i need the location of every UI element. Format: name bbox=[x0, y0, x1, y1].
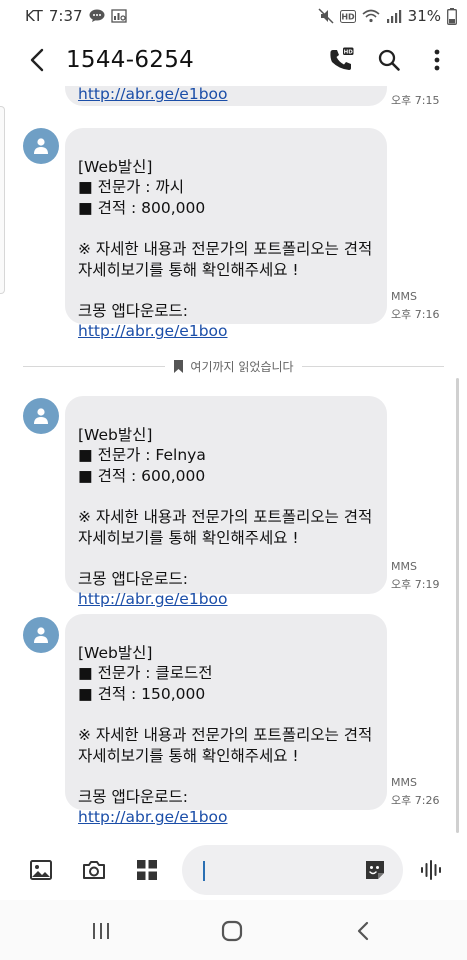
more-vertical-icon bbox=[434, 49, 440, 71]
chart-notification-icon bbox=[110, 9, 127, 23]
message-type: MMS bbox=[391, 290, 417, 303]
message-link[interactable]: http://abr.ge/e1boo bbox=[78, 589, 375, 610]
person-icon bbox=[34, 138, 48, 154]
call-button[interactable]: HD bbox=[327, 46, 355, 74]
arrow-left-icon bbox=[30, 48, 44, 72]
camera-icon bbox=[83, 861, 105, 879]
search-button[interactable] bbox=[375, 46, 403, 74]
divider-line bbox=[23, 365, 166, 367]
back-button[interactable] bbox=[22, 45, 52, 75]
clock: 7:37 bbox=[48, 7, 83, 25]
voice-wave-icon bbox=[421, 860, 441, 880]
avatar[interactable] bbox=[23, 398, 59, 434]
message-input[interactable] bbox=[202, 845, 352, 895]
divider-label: 여기까지 읽었습니다 bbox=[165, 358, 301, 375]
grid-icon bbox=[137, 860, 157, 880]
sticker-icon bbox=[366, 861, 384, 879]
message-text: [Web발신] ■ 전문가 : 클로드전 ■ 견적 : 150,000 ※ 자세… bbox=[78, 643, 373, 806]
message-text: [Web발신] ■ 전문가 : 까시 ■ 견적 : 800,000 ※ 자세한 … bbox=[78, 157, 373, 320]
status-bar: KT 7:37 HD 31% bbox=[0, 0, 467, 32]
gallery-button[interactable] bbox=[28, 857, 54, 883]
message-type: MMS bbox=[391, 560, 417, 573]
svg-text:HD: HD bbox=[344, 50, 354, 56]
camera-button[interactable] bbox=[81, 857, 107, 883]
message-time: 오후 7:26 bbox=[391, 794, 440, 807]
divider-line bbox=[301, 365, 444, 367]
header-actions: HD bbox=[307, 46, 451, 74]
mute-icon bbox=[318, 8, 334, 24]
message-time: 오후 7:19 bbox=[391, 578, 440, 591]
message-link[interactable]: http://abr.ge/e1boo bbox=[78, 321, 375, 342]
chat-notification-icon bbox=[89, 9, 105, 23]
bookmark-icon bbox=[174, 359, 184, 373]
phone-hd-icon: HD bbox=[330, 47, 354, 70]
message-bubble[interactable]: [Web발신] ■ 전문가 : 클로드전 ■ 견적 : 150,000 ※ 자세… bbox=[65, 614, 387, 826]
messages-screen: KT 7:37 HD 31% 1544-6254 HD http://abr.g… bbox=[0, 0, 467, 960]
chevron-left-icon bbox=[357, 921, 369, 941]
search-icon bbox=[378, 49, 400, 71]
message-time: 오후 7:15 bbox=[391, 94, 440, 107]
image-icon bbox=[30, 860, 52, 880]
text-cursor bbox=[203, 861, 205, 881]
message-time: 오후 7:16 bbox=[391, 308, 440, 321]
signal-icon bbox=[386, 9, 402, 23]
battery-icon bbox=[447, 7, 457, 25]
person-icon bbox=[34, 408, 48, 424]
sticker-button[interactable] bbox=[362, 857, 388, 883]
hd-voice-icon: HD bbox=[339, 9, 356, 23]
message-text: [Web발신] ■ 전문가 : Felnya ■ 견적 : 600,000 ※ … bbox=[78, 425, 373, 588]
back-nav-button[interactable] bbox=[350, 918, 376, 944]
recent-apps-icon bbox=[93, 923, 109, 939]
status-left: KT 7:37 bbox=[0, 7, 127, 25]
carrier-label: KT bbox=[25, 7, 43, 25]
voice-input-button[interactable] bbox=[419, 857, 445, 883]
wifi-icon bbox=[362, 9, 380, 23]
more-options-button[interactable] bbox=[423, 46, 451, 74]
scrollbar[interactable] bbox=[456, 378, 459, 833]
message-bubble[interactable]: [Web발신] ■ 전문가 : 까시 ■ 견적 : 800,000 ※ 자세한 … bbox=[65, 128, 387, 340]
home-icon bbox=[221, 920, 243, 942]
message-composer[interactable] bbox=[182, 845, 403, 895]
composer-bar bbox=[0, 842, 467, 898]
apps-button[interactable] bbox=[134, 857, 160, 883]
home-button[interactable] bbox=[219, 918, 245, 944]
avatar[interactable] bbox=[23, 128, 59, 164]
message-link[interactable]: http://abr.ge/e1boo bbox=[78, 807, 375, 828]
conversation-title: 1544-6254 bbox=[66, 47, 195, 73]
read-marker-divider: 여기까지 읽었습니다 bbox=[23, 356, 444, 376]
person-icon bbox=[34, 627, 48, 643]
status-right: HD 31% bbox=[318, 7, 467, 25]
divider-text: 여기까지 읽었습니다 bbox=[190, 359, 294, 374]
message-type: MMS bbox=[391, 776, 417, 789]
edge-panel-handle[interactable] bbox=[0, 106, 5, 294]
battery-percent: 31% bbox=[407, 7, 441, 25]
system-nav-bar bbox=[0, 900, 467, 960]
recent-apps-button[interactable] bbox=[88, 918, 114, 944]
conversation-header: 1544-6254 HD bbox=[0, 34, 467, 86]
message-link[interactable]: http://abr.ge/e1boo bbox=[78, 86, 228, 102]
message-bubble[interactable]: [Web발신] ■ 전문가 : Felnya ■ 견적 : 600,000 ※ … bbox=[65, 396, 387, 608]
svg-text:HD: HD bbox=[341, 12, 355, 21]
conversation-list[interactable]: http://abr.ge/e1boo 오후 7:15 [Web발신] ■ 전문… bbox=[0, 86, 467, 838]
avatar[interactable] bbox=[23, 617, 59, 653]
